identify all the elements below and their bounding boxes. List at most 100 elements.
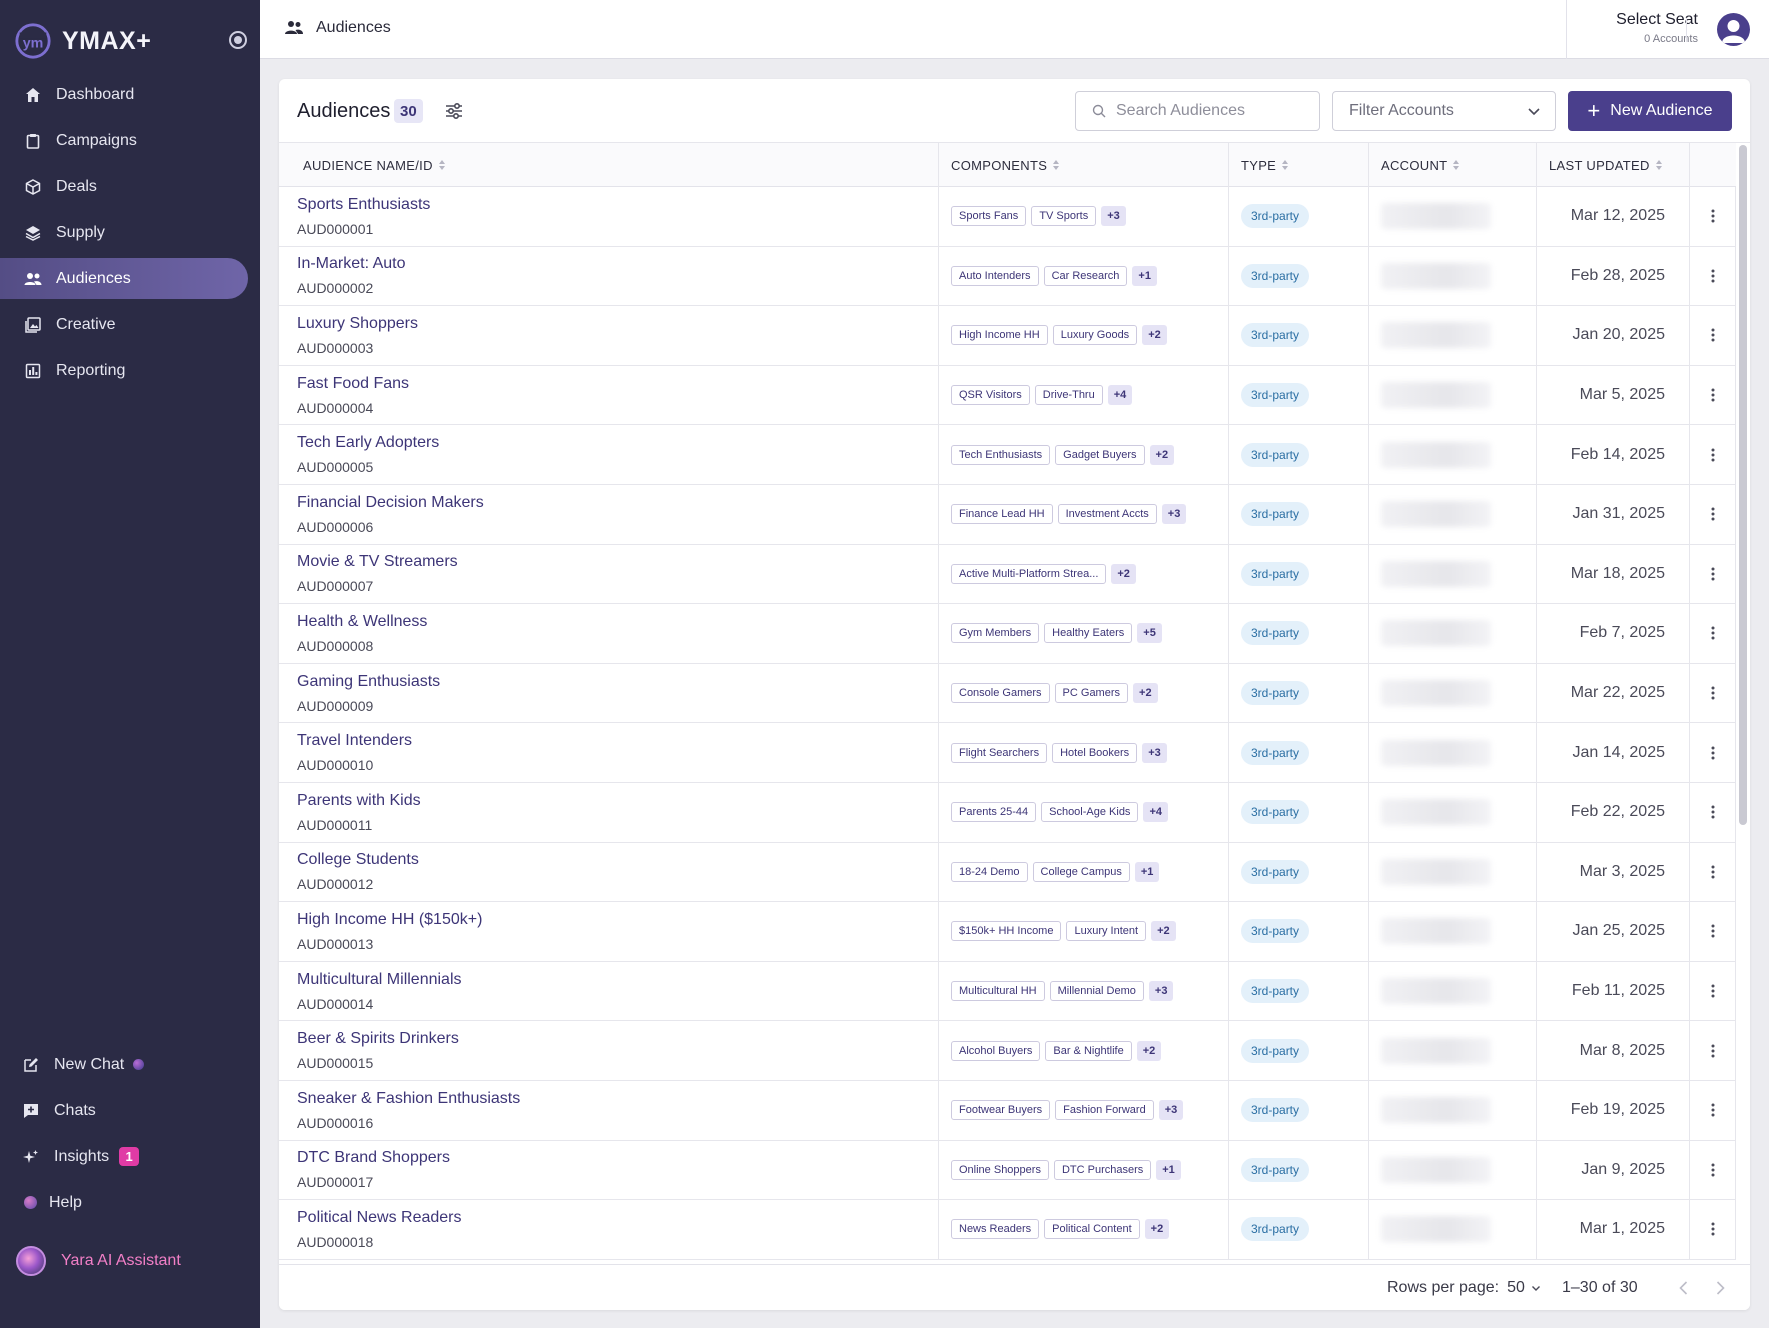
column-header-name[interactable]: AUDIENCE NAME/ID (279, 143, 939, 187)
row-actions-button[interactable] (1690, 1200, 1736, 1259)
table-row[interactable]: In-Market: Auto AUD000002 Auto Intenders… (279, 246, 1736, 307)
audience-name-link[interactable]: Sneaker & Fashion Enthusiasts (297, 1090, 520, 1108)
row-actions-button[interactable] (1690, 782, 1736, 842)
more-components-badge[interactable]: +4 (1143, 802, 1168, 823)
audience-name-link[interactable]: Movie & TV Streamers (297, 553, 458, 571)
audience-name-link[interactable]: Luxury Shoppers (297, 315, 418, 333)
chevron-left-icon[interactable] (1675, 1279, 1693, 1297)
more-components-badge[interactable]: +2 (1133, 683, 1158, 704)
audience-name-link[interactable]: Parents with Kids (297, 792, 421, 810)
row-actions-button[interactable] (1690, 842, 1736, 902)
more-components-badge[interactable]: +2 (1111, 563, 1136, 584)
audience-name-link[interactable]: Political News Readers (297, 1209, 462, 1227)
table-row[interactable]: Multicultural Millennials AUD000014 Mult… (279, 961, 1736, 1022)
table-row[interactable]: Sneaker & Fashion Enthusiasts AUD000016 … (279, 1080, 1736, 1141)
table-row[interactable]: Parents with Kids AUD000011 Parents 25-4… (279, 782, 1736, 843)
column-header-account[interactable]: ACCOUNT (1369, 143, 1537, 187)
column-header-type[interactable]: TYPE (1229, 143, 1369, 187)
row-actions-button[interactable] (1690, 187, 1736, 246)
nav-item-audiences[interactable]: Audiences (0, 258, 248, 299)
more-components-badge[interactable]: +2 (1151, 921, 1176, 942)
audience-name-link[interactable]: Tech Early Adopters (297, 434, 439, 452)
collapse-sidebar-icon[interactable] (226, 28, 250, 52)
audience-name-link[interactable]: Beer & Spirits Drinkers (297, 1030, 459, 1048)
row-actions-button[interactable] (1690, 246, 1736, 306)
search-box[interactable] (1075, 91, 1320, 131)
table-row[interactable]: Tech Early Adopters AUD000005 Tech Enthu… (279, 425, 1736, 485)
row-actions-button[interactable] (1690, 902, 1736, 961)
row-actions-button[interactable] (1690, 1080, 1736, 1140)
audience-name-link[interactable]: Health & Wellness (297, 613, 427, 631)
table-row[interactable]: Fast Food Fans AUD000004 QSR Visitors Dri… (279, 365, 1736, 426)
audience-name-link[interactable]: Sports Enthusiasts (297, 196, 430, 214)
row-actions-button[interactable] (1690, 1021, 1736, 1080)
more-components-badge[interactable]: +4 (1107, 385, 1133, 406)
audience-name-link[interactable]: DTC Brand Shoppers (297, 1149, 450, 1167)
filter-accounts-select[interactable]: Filter Accounts (1332, 91, 1556, 131)
more-components-badge[interactable]: +2 (1142, 325, 1167, 346)
row-actions-button[interactable] (1690, 961, 1736, 1021)
help-button[interactable]: Help (0, 1182, 260, 1223)
nav-item-campaigns[interactable]: Campaigns (0, 120, 260, 161)
nav-item-supply[interactable]: Supply (0, 212, 260, 253)
nav-item-dashboard[interactable]: Dashboard (0, 74, 260, 115)
row-actions-button[interactable] (1690, 306, 1736, 365)
row-actions-button[interactable] (1690, 544, 1736, 604)
audience-name-link[interactable]: Multicultural Millennials (297, 971, 462, 989)
row-actions-button[interactable] (1690, 365, 1736, 425)
chevron-right-icon[interactable] (1711, 1279, 1729, 1297)
table-row[interactable]: Gaming Enthusiasts AUD000009 Console Gam… (279, 663, 1736, 724)
more-components-badge[interactable]: +3 (1142, 742, 1167, 763)
audience-name-link[interactable]: Financial Decision Makers (297, 494, 484, 512)
user-avatar[interactable] (1717, 13, 1750, 46)
more-components-badge[interactable]: +3 (1101, 206, 1126, 227)
more-components-badge[interactable]: +1 (1132, 265, 1157, 286)
more-components-badge[interactable]: +1 (1134, 861, 1160, 882)
audience-name-link[interactable]: Travel Intenders (297, 732, 412, 750)
column-header-last-updated[interactable]: LAST UPDATED (1537, 143, 1690, 187)
audience-name-link[interactable]: High Income HH ($150k+) (297, 911, 482, 929)
more-components-badge[interactable]: +5 (1137, 623, 1162, 644)
insights-button[interactable]: Insights 1 (0, 1136, 260, 1177)
audience-name-link[interactable]: Fast Food Fans (297, 375, 409, 393)
audience-name-link[interactable]: Gaming Enthusiasts (297, 673, 440, 691)
more-components-badge[interactable]: +2 (1136, 1040, 1162, 1061)
row-actions-button[interactable] (1690, 1140, 1736, 1200)
row-actions-button[interactable] (1690, 723, 1736, 782)
more-components-badge[interactable]: +2 (1149, 444, 1175, 465)
audience-name-link[interactable]: College Students (297, 851, 419, 869)
search-input[interactable] (1116, 102, 1296, 120)
nav-item-creative[interactable]: Creative (0, 304, 260, 345)
new-chat-button[interactable]: New Chat (0, 1044, 260, 1085)
chats-button[interactable]: Chats (0, 1090, 260, 1131)
more-components-badge[interactable]: +3 (1158, 1100, 1184, 1121)
audience-name-link[interactable]: In-Market: Auto (297, 255, 406, 273)
table-row[interactable]: Beer & Spirits Drinkers AUD000015 Alcoho… (279, 1021, 1736, 1081)
rows-per-page-select[interactable]: Rows per page: 50 (1387, 1279, 1541, 1297)
row-actions-button[interactable] (1690, 484, 1736, 544)
table-row[interactable]: High Income HH ($150k+) AUD000013 $150k+… (279, 902, 1736, 962)
table-row[interactable]: Political News Readers AUD000018 News Re… (279, 1200, 1736, 1260)
more-components-badge[interactable]: +1 (1156, 1159, 1181, 1180)
table-row[interactable]: Travel Intenders AUD000010 Flight Search… (279, 723, 1736, 783)
table-row[interactable]: Sports Enthusiasts AUD000001 Sports Fans… (279, 187, 1736, 247)
new-audience-button[interactable]: + New Audience (1568, 91, 1732, 131)
nav-item-deals[interactable]: Deals (0, 166, 260, 207)
table-row[interactable]: Luxury Shoppers AUD000003 High Income HH… (279, 306, 1736, 366)
more-components-badge[interactable]: +3 (1161, 504, 1187, 525)
more-components-badge[interactable]: +3 (1148, 981, 1174, 1002)
row-actions-button[interactable] (1690, 663, 1736, 723)
brand[interactable]: ym YMAX+ (14, 22, 151, 60)
table-row[interactable]: Movie & TV Streamers AUD000007 Active Mu… (279, 544, 1736, 605)
seat-selector[interactable]: Select Seat 0 Accounts (1586, 11, 1698, 45)
table-row[interactable]: College Students AUD000012 18-24 Demo Col… (279, 842, 1736, 903)
more-components-badge[interactable]: +2 (1144, 1219, 1170, 1240)
nav-item-reporting[interactable]: Reporting (0, 350, 260, 391)
table-row[interactable]: Health & Wellness AUD000008 Gym Members H… (279, 604, 1736, 664)
ai-assistant-button[interactable]: Yara AI Assistant (16, 1246, 181, 1276)
table-scrollbar[interactable] (1739, 145, 1747, 825)
table-row[interactable]: Financial Decision Makers AUD000006 Fina… (279, 484, 1736, 545)
column-header-components[interactable]: COMPONENTS (939, 143, 1229, 187)
row-actions-button[interactable] (1690, 604, 1736, 663)
column-settings-icon[interactable] (442, 99, 466, 123)
